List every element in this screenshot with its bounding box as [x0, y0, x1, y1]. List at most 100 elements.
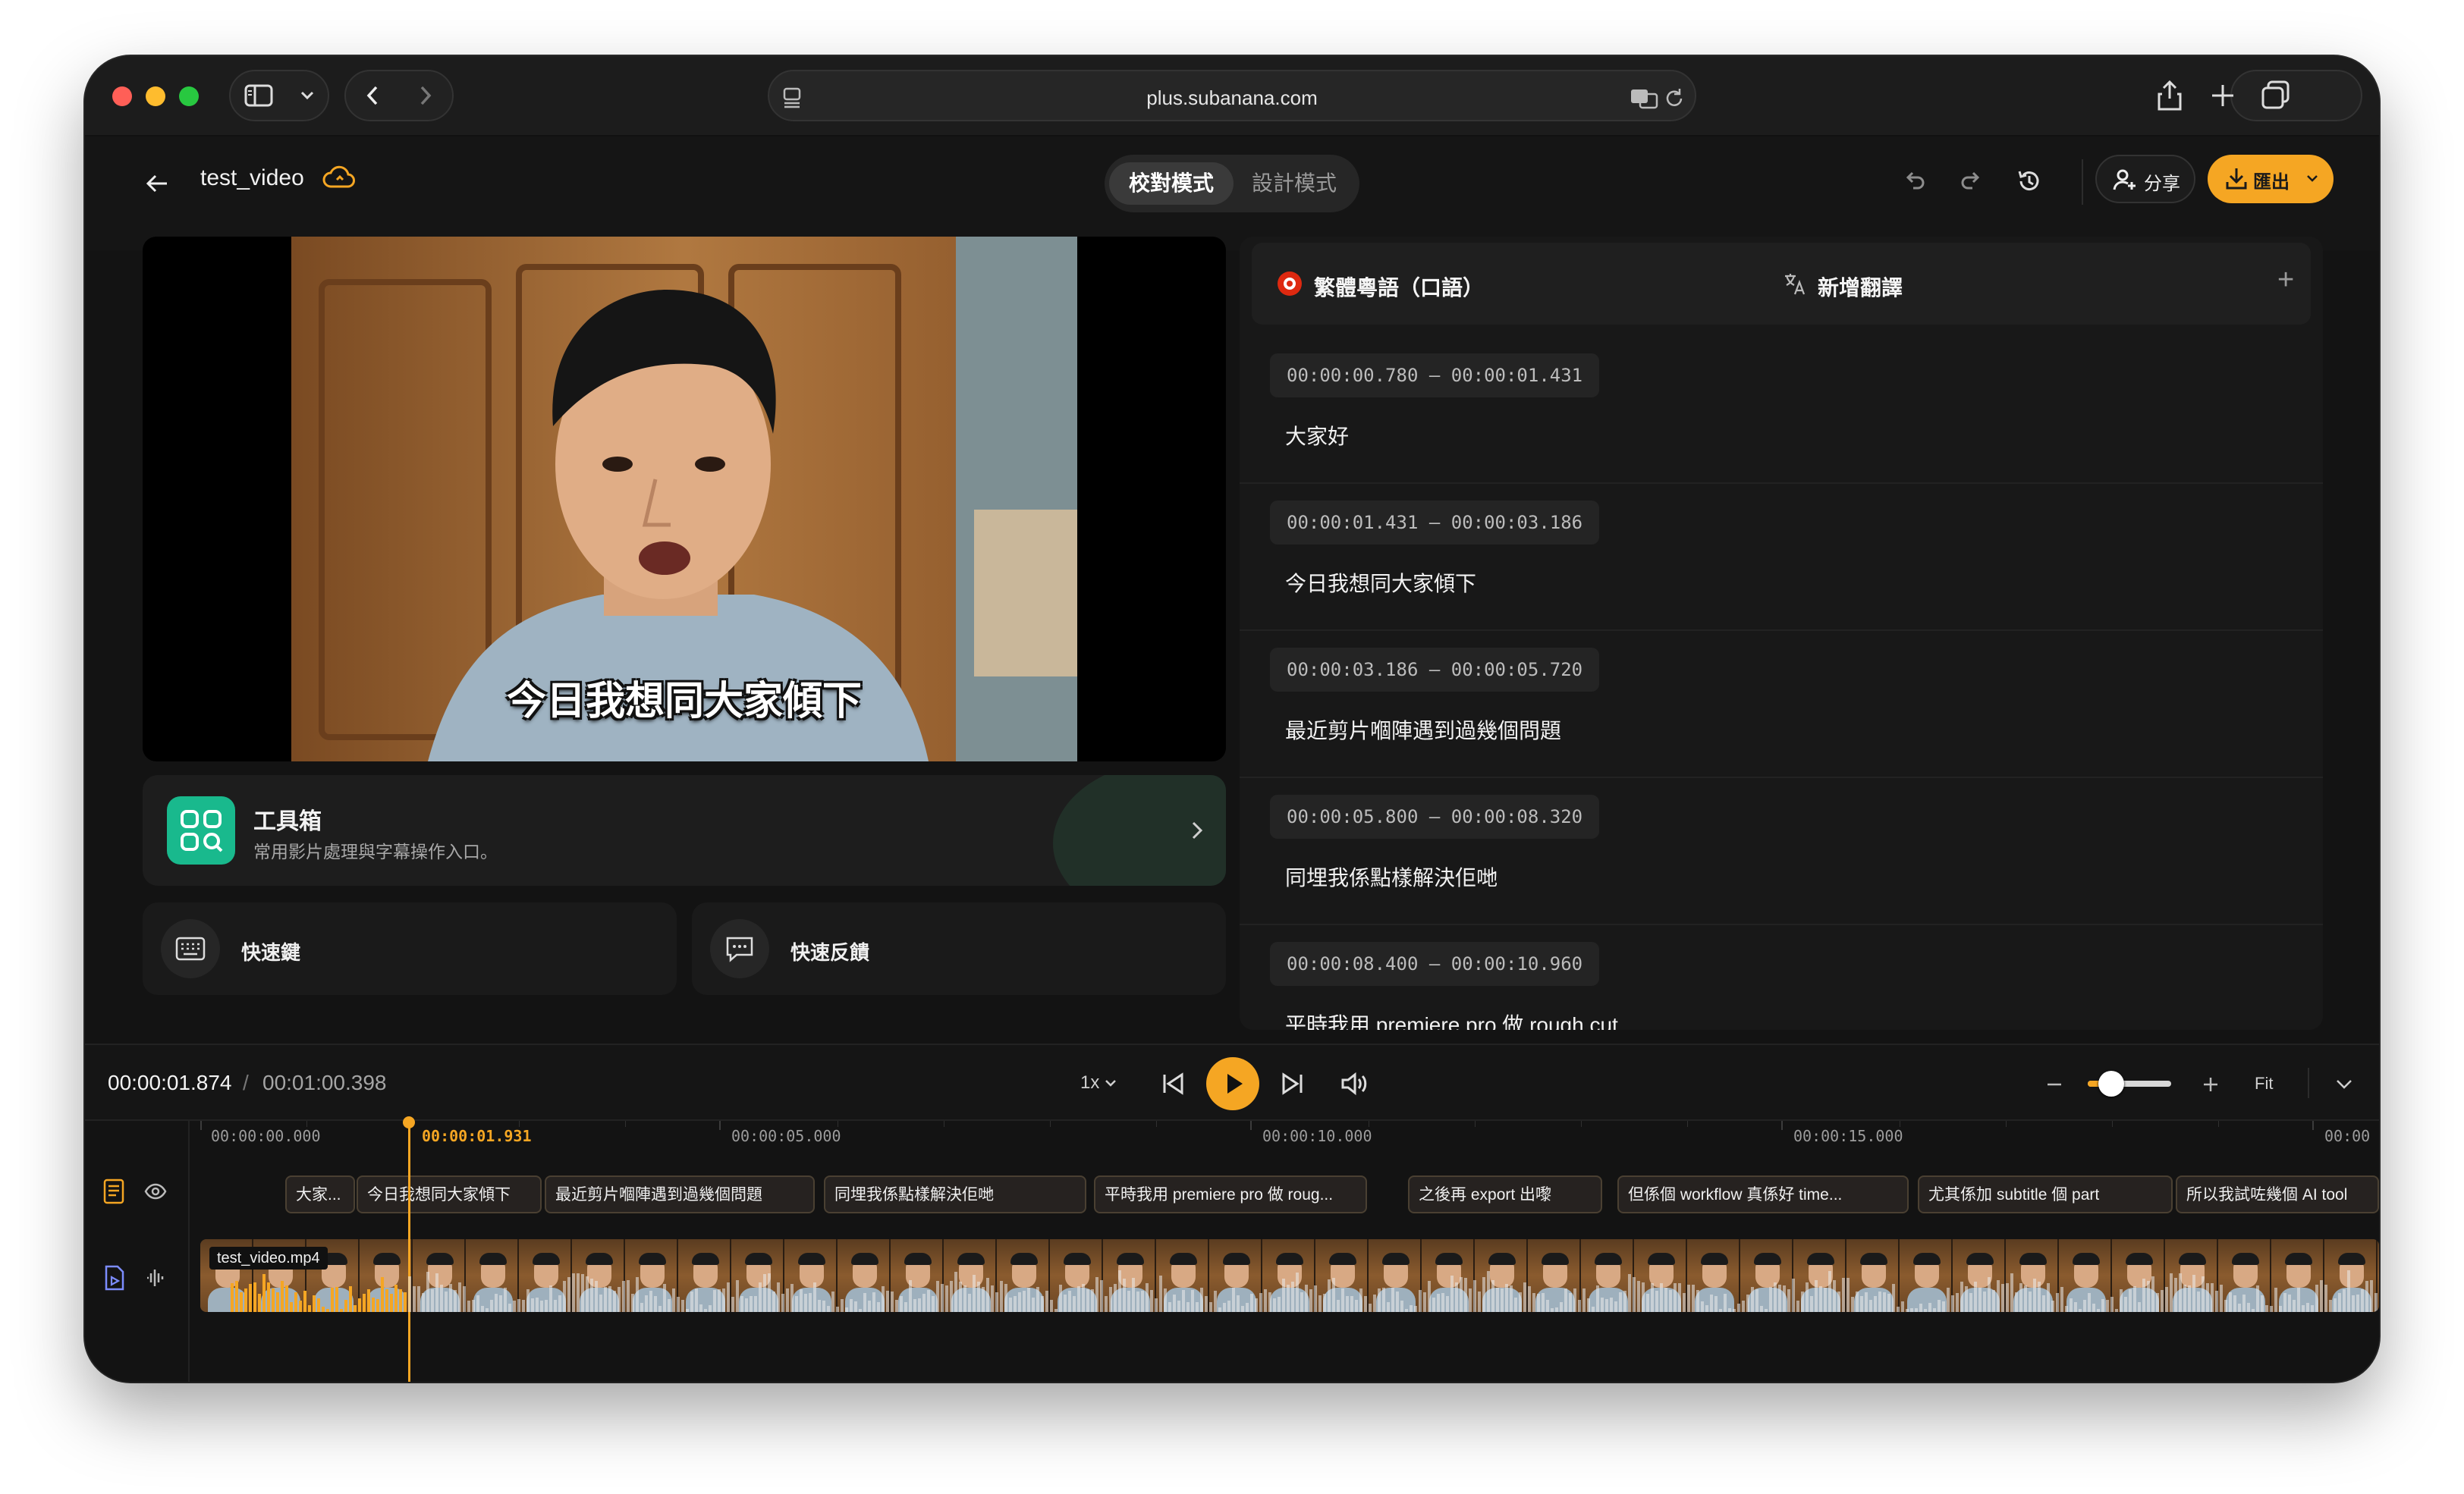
minimize-window-button[interactable]: [146, 86, 165, 106]
segment-text[interactable]: 平時我用 premiere pro 做 rough cut: [1285, 1009, 1618, 1030]
skip-previous-icon[interactable]: [1161, 1071, 1186, 1097]
export-button[interactable]: 匯出: [2208, 155, 2334, 203]
segment-timestamp[interactable]: 00:00:03.186 – 00:00:05.720: [1270, 648, 1600, 692]
close-window-button[interactable]: [112, 86, 132, 106]
waveform-bar: [2306, 1303, 2309, 1312]
waveform-bar: [686, 1309, 689, 1312]
share-button[interactable]: 分享: [2095, 155, 2195, 203]
transcript-segment[interactable]: 00:00:08.400 – 00:00:10.960 平時我用 premier…: [1240, 925, 2323, 1030]
transcript-segment[interactable]: 00:00:05.800 – 00:00:08.320 同埋我係點樣解決佢哋: [1240, 778, 2323, 925]
transcript-segment[interactable]: 00:00:00.780 – 00:00:01.431 大家好: [1240, 337, 2323, 484]
subtitle-clip[interactable]: 今日我想同大家傾下: [357, 1175, 542, 1213]
forward-icon[interactable]: [418, 84, 433, 107]
segment-text[interactable]: 最近剪片嗰陣遇到過幾個問題: [1285, 714, 1561, 745]
subtitle-clip[interactable]: 同埋我係點樣解決佢哋: [824, 1175, 1086, 1213]
shortcuts-card[interactable]: 快速鍵: [143, 902, 677, 995]
segment-timestamp[interactable]: 00:00:08.400 – 00:00:10.960: [1270, 942, 1600, 986]
zoom-out-icon[interactable]: [2045, 1075, 2063, 1094]
collapse-timeline-icon[interactable]: [2335, 1078, 2353, 1091]
redo-icon[interactable]: [1959, 168, 1983, 193]
video-preview[interactable]: 今日我想同大家傾下: [143, 237, 1226, 761]
segment-text[interactable]: 大家好: [1285, 420, 1349, 450]
feedback-card[interactable]: 快速反饋: [692, 902, 1226, 995]
back-arrow-icon[interactable]: [144, 171, 171, 196]
share-page-icon[interactable]: [2154, 79, 2185, 112]
segment-text[interactable]: 今日我想同大家傾下: [1285, 567, 1476, 598]
new-tab-icon[interactable]: [2209, 82, 2236, 109]
waveform-bar: [2060, 1287, 2063, 1312]
ruler-label: 00:00:05.000: [731, 1127, 841, 1145]
segment-text[interactable]: 同埋我係點樣解決佢哋: [1285, 862, 1498, 892]
subtitle-clip[interactable]: 平時我用 premiere pro 做 roug...: [1094, 1175, 1367, 1213]
waveform-bar: [426, 1272, 429, 1312]
waveform-bar: [877, 1302, 880, 1312]
video-track[interactable]: test_video.mp4: [200, 1239, 2379, 1312]
waveform-bar: [2106, 1300, 2109, 1312]
waveform-bar: [2092, 1304, 2095, 1312]
back-icon[interactable]: [365, 84, 380, 107]
waveform-bar: [476, 1295, 479, 1312]
subtitle-clip[interactable]: 最近剪片嗰陣遇到過幾個問題: [545, 1175, 815, 1213]
toolbox-subtitle: 常用影片處理與字幕操作入口。: [253, 842, 498, 862]
waveform-bar: [1004, 1284, 1007, 1312]
subtitle-clip[interactable]: 之後再 export 出嚟: [1408, 1175, 1602, 1213]
transcript-segment[interactable]: 00:00:03.186 – 00:00:05.720 最近剪片嗰陣遇到過幾個問…: [1240, 631, 2323, 778]
add-translation-tab[interactable]: 新增翻譯: [1783, 271, 1903, 302]
subtitle-clip[interactable]: 但係個 workflow 真係好 time...: [1617, 1175, 1909, 1213]
version-history-icon[interactable]: [2016, 168, 2042, 194]
time-ruler[interactable]: 00:00:00.000 00:00:01.931 00:00:05.000 0…: [200, 1121, 2379, 1145]
segment-timestamp[interactable]: 00:00:05.800 – 00:00:08.320: [1270, 795, 1600, 839]
play-button[interactable]: [1206, 1057, 1259, 1110]
waveform-bar: [718, 1289, 721, 1312]
volume-icon[interactable]: [1340, 1071, 1369, 1097]
waveform-bar: [1619, 1292, 1622, 1312]
maximize-window-button[interactable]: [179, 86, 199, 106]
reload-icon[interactable]: [1664, 86, 1686, 109]
ruler-tick: [2312, 1121, 2314, 1130]
waveform-bar: [1705, 1305, 1708, 1312]
zoom-in-icon[interactable]: [2202, 1075, 2220, 1094]
sidebar-toggle-button[interactable]: [229, 70, 329, 121]
address-bar[interactable]: plus.subanana.com: [768, 70, 1696, 121]
transcript-segment[interactable]: 00:00:01.431 – 00:00:03.186 今日我想同大家傾下: [1240, 484, 2323, 631]
subtitle-clip[interactable]: 大家...: [285, 1175, 355, 1213]
waveform-bar: [363, 1294, 366, 1312]
waveform-bar: [1473, 1280, 1476, 1312]
tab-cantonese-colloquial[interactable]: 繁體粵語（口語）: [1278, 271, 1484, 302]
toolbox-card[interactable]: 工具箱 常用影片處理與字幕操作入口。: [143, 775, 1226, 886]
undo-icon[interactable]: [1903, 168, 1927, 193]
add-language-button[interactable]: +: [2277, 264, 2294, 297]
segment-timestamp[interactable]: 00:00:00.780 – 00:00:01.431: [1270, 353, 1600, 397]
waveform-bar: [1710, 1295, 1713, 1312]
skip-next-icon[interactable]: [1279, 1071, 1305, 1097]
waveform-bar: [649, 1291, 652, 1312]
translate-page-icon[interactable]: [1630, 86, 1660, 109]
waveform-bar: [1095, 1277, 1098, 1312]
waveform-bar: [1305, 1285, 1308, 1312]
waveform-bar: [372, 1298, 375, 1312]
waveform-bar: [2347, 1270, 2350, 1312]
waveform-bar: [2097, 1309, 2100, 1312]
segment-timestamp[interactable]: 00:00:01.431 – 00:00:03.186: [1270, 501, 1600, 545]
hong-kong-flag-icon: [1278, 271, 1302, 296]
timeline[interactable]: 00:00:00.000 00:00:01.931 00:00:05.000 0…: [85, 1121, 2379, 1382]
tab-overview-icon[interactable]: [2261, 80, 2291, 111]
audio-waveform-icon[interactable]: [144, 1266, 167, 1289]
waveform-bar: [2192, 1275, 2195, 1312]
subtitle-clip[interactable]: 所以我試咗幾個 AI tool: [2176, 1175, 2379, 1213]
fit-button[interactable]: Fit: [2255, 1074, 2273, 1094]
zoom-slider-handle[interactable]: [2098, 1071, 2124, 1097]
waveform-bar: [435, 1273, 438, 1312]
waveform-bar: [572, 1273, 575, 1312]
waveform-bar: [1496, 1288, 1499, 1312]
waveform-bar: [1250, 1294, 1253, 1312]
playback-speed-select[interactable]: 1x: [1080, 1072, 1117, 1094]
waveform-bar: [1674, 1283, 1677, 1312]
ruler-label: 00:00: [2324, 1127, 2371, 1145]
subtitle-clip[interactable]: 尤其係加 subtitle 個 part: [1918, 1175, 2173, 1213]
tab-design-mode[interactable]: 設計模式: [1232, 162, 1356, 205]
waveform-bar: [891, 1292, 894, 1312]
tab-proofread-mode[interactable]: 校對模式: [1109, 162, 1234, 205]
visibility-eye-icon[interactable]: [144, 1183, 167, 1200]
waveform-bar: [1837, 1292, 1840, 1312]
